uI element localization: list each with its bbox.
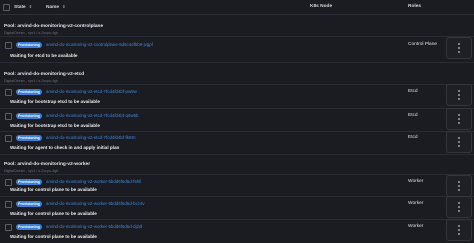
pool-subtitle: DigitalOcean - nyc1 / s-2vcpu-4gb (4, 169, 59, 173)
divider (0, 84, 474, 85)
row-checkbox[interactable] (5, 135, 12, 142)
sort-icon[interactable]: ⇕ (29, 4, 32, 9)
column-k8s-node-label: K8s Node (310, 4, 333, 9)
column-roles-label: Roles (408, 4, 422, 9)
divider (0, 154, 474, 155)
column-state-label: State (14, 5, 26, 10)
row-actions-button[interactable] (446, 219, 472, 241)
row-checkbox[interactable] (5, 89, 12, 96)
kebab-menu-icon (458, 181, 460, 193)
row-actions-button[interactable] (446, 175, 472, 197)
column-name-label: Name (46, 5, 60, 10)
column-state[interactable]: State ⇕ (14, 4, 32, 10)
machine-role: Etcd (408, 89, 418, 94)
row-checkbox[interactable] (5, 224, 12, 231)
machine-status-message: Waiting for bootstrap etcd to be availab… (10, 123, 100, 128)
machine-name-link[interactable]: arvind-do-monitoring-v2-worker-5bdd6f6d5… (46, 201, 145, 207)
column-k8s-node[interactable]: K8s Node (310, 4, 332, 9)
row-checkbox[interactable] (5, 42, 12, 49)
state-badge: Provisioning (16, 179, 42, 185)
pool-subtitle: DigitalOcean - nyc1 / s-2vcpu-4gb (4, 79, 59, 83)
kebab-menu-icon (458, 202, 460, 214)
row-checkbox[interactable] (5, 113, 12, 120)
table-header: State ⇕ Name ⇕ K8s Node Roles (0, 0, 474, 15)
machine-name-link[interactable]: arvind-do-monitoring-v2-worker-5bdd6f6d5… (46, 179, 141, 185)
column-roles[interactable]: Roles (408, 4, 421, 9)
machine-name-link[interactable]: arvind-do-monitoring-v2-etcd-7fcd4fd4bf-… (46, 89, 137, 95)
row-checkbox[interactable] (5, 201, 12, 208)
row-checkbox[interactable] (5, 179, 12, 186)
sort-icon[interactable]: ⇕ (62, 4, 65, 9)
machine-status-message: Waiting for control plane to be availabl… (10, 211, 97, 216)
row-actions-button[interactable] (446, 131, 472, 153)
divider (0, 174, 474, 175)
divider (0, 62, 474, 63)
machine-name-link[interactable]: arvind-do-monitoring-v2-etcd-7fcd4fd4bf-… (46, 135, 136, 141)
kebab-menu-icon (458, 43, 460, 55)
divider (0, 219, 474, 220)
row-actions-button[interactable] (446, 108, 472, 130)
state-badge: Provisioning (16, 113, 42, 119)
pool-subtitle: DigitalOcean - nyc1 / s-2vcpu-4gb (4, 31, 59, 35)
kebab-menu-icon (458, 90, 460, 102)
pool-title: Pool: arvind-do-monitoring-v2-controlpla… (4, 24, 104, 29)
machine-role: Worker (408, 201, 424, 206)
machine-status-message: Waiting for etcd to be available (10, 53, 78, 58)
kebab-menu-icon (458, 114, 460, 126)
machine-status-message: Waiting for control plane to be availabl… (10, 234, 97, 239)
pool-title: Pool: arvind-do-monitoring-v2-worker (4, 162, 91, 167)
kebab-menu-icon (458, 137, 460, 149)
divider (0, 36, 474, 37)
machine-name-link[interactable]: arvind-do-monitoring-v2-controlplane-5d6… (46, 42, 153, 48)
column-name[interactable]: Name ⇕ (46, 4, 65, 10)
pool-title: Pool: arvind-do-monitoring-v2-etcd (4, 72, 85, 77)
row-actions-button[interactable] (446, 84, 472, 106)
state-badge: Provisioning (16, 224, 42, 230)
kebab-menu-icon (458, 225, 460, 237)
machine-status-message: Waiting for bootstrap etcd to be availab… (10, 99, 100, 104)
machine-role: Worker (408, 179, 424, 184)
machine-status-message: Waiting for agent to check in and apply … (10, 145, 120, 150)
state-badge: Provisioning (16, 42, 42, 48)
state-badge: Provisioning (16, 89, 42, 95)
row-actions-button[interactable] (446, 196, 472, 218)
machine-role: Etcd (408, 113, 418, 118)
divider (0, 196, 474, 197)
machine-status-message: Waiting for control plane to be availabl… (10, 187, 97, 192)
machine-role: Control Plane (408, 42, 438, 47)
state-badge: Provisioning (16, 201, 42, 207)
machine-role: Worker (408, 224, 424, 229)
divider (0, 108, 474, 109)
row-actions-button[interactable] (446, 37, 472, 59)
select-all-checkbox[interactable] (3, 4, 10, 11)
machine-name-link[interactable]: arvind-do-monitoring-v2-etcd-7fcd4fd4bf-… (46, 113, 139, 119)
machine-role: Etcd (408, 135, 418, 140)
divider (0, 131, 474, 132)
machine-name-link[interactable]: arvind-do-monitoring-v2-worker-5bdd6f6d5… (46, 224, 142, 230)
state-badge: Provisioning (16, 135, 42, 141)
